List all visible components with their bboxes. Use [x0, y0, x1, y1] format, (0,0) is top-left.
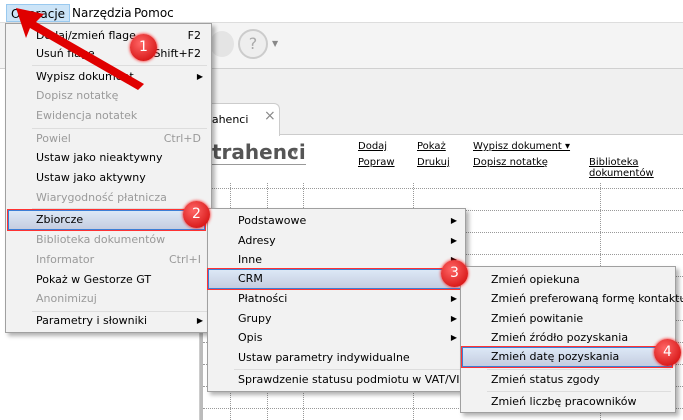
step-badge-2: 2 [183, 201, 210, 228]
step-badge-1: 1 [130, 34, 157, 61]
step-badge-4: 4 [654, 339, 681, 366]
step-badge-3: 3 [441, 260, 468, 287]
annotation-arrow [16, 8, 144, 90]
